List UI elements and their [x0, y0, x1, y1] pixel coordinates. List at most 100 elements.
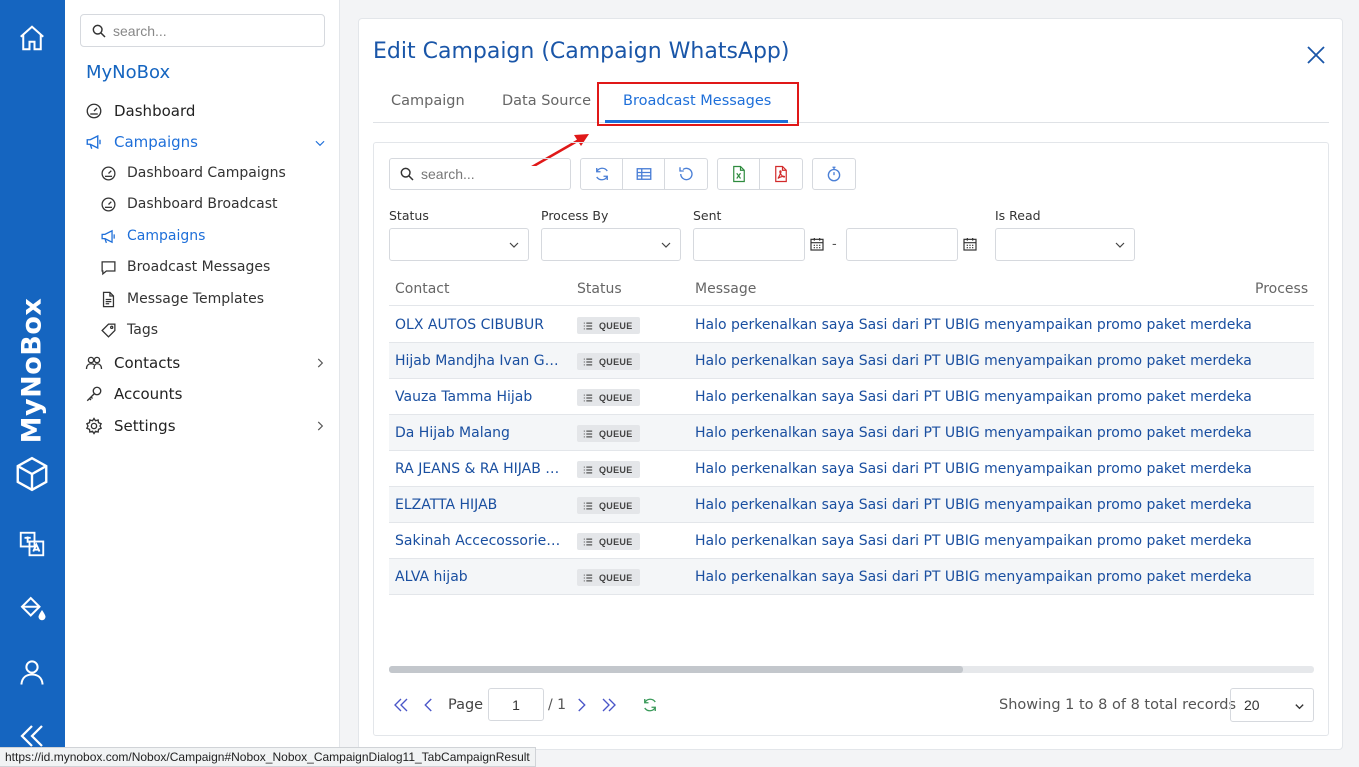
stopwatch-icon — [827, 166, 841, 182]
column-header-process[interactable]: Process — [1255, 281, 1308, 297]
sidebar-item-accounts[interactable]: Accounts — [85, 382, 182, 406]
column-header-status[interactable]: Status — [577, 281, 622, 297]
cell-contact[interactable]: ALVA hijab — [395, 569, 567, 585]
cell-message[interactable]: Halo perkenalkan saya Sasi dari PT UBIG … — [695, 533, 1252, 549]
previous-page-icon[interactable] — [420, 696, 438, 714]
column-header-contact[interactable]: Contact — [395, 281, 449, 297]
sidebar-search-input[interactable] — [113, 22, 313, 39]
table-row[interactable]: ALVA hijab QUEUE Halo perkenalkan saya Sas… — [389, 559, 1314, 595]
filter-sent-from-input[interactable] — [693, 228, 805, 261]
pager: Page / 1 Showing 1 to 8 of 8 total recor… — [389, 688, 1314, 722]
home-icon[interactable] — [16, 22, 48, 54]
page-number-input[interactable] — [488, 688, 544, 721]
cell-contact[interactable]: Sakinah Accecossories Malang — [395, 533, 567, 549]
sidebar-item-tags[interactable]: Tags — [100, 319, 158, 341]
sidebar-item-contacts[interactable]: Contacts — [85, 351, 180, 375]
refresh-button[interactable] — [581, 159, 623, 189]
sidebar-item-dashboard-broadcast[interactable]: Dashboard Broadcast — [100, 193, 278, 215]
sidebar-item-campaigns[interactable]: Campaigns — [85, 130, 198, 154]
filter-is-read-select[interactable] — [995, 228, 1135, 261]
table-row[interactable]: Hijab Mandjha Ivan Gunawan QUEUE Halo perk… — [389, 343, 1314, 379]
filter-process-by-select[interactable] — [541, 228, 681, 261]
cell-contact[interactable]: Vauza Tamma Hijab — [395, 389, 567, 405]
translate-icon[interactable] — [16, 528, 48, 560]
search-icon — [92, 24, 106, 38]
sidebar-item-broadcast-messages[interactable]: Broadcast Messages — [100, 256, 270, 278]
status-badge: QUEUE — [577, 389, 640, 406]
column-header-message[interactable]: Message — [695, 281, 756, 297]
status-badge-text: QUEUE — [599, 464, 633, 475]
sidebar-item-label: Accounts — [114, 385, 183, 403]
auto-refresh-button[interactable] — [813, 159, 855, 189]
chevron-down-icon[interactable] — [313, 136, 327, 150]
paint-bucket-icon[interactable] — [16, 592, 48, 624]
chevron-right-icon[interactable] — [313, 419, 327, 433]
sidebar-item-dashboard[interactable]: Dashboard — [85, 99, 195, 123]
filter-sent-to-input[interactable] — [846, 228, 958, 261]
tab-data-source[interactable]: Data Source — [502, 93, 591, 109]
sidebar-item-campaigns-sub[interactable]: Campaigns — [100, 225, 205, 247]
cell-message[interactable]: Halo perkenalkan saya Sasi dari PT UBIG … — [695, 353, 1252, 369]
reset-button[interactable] — [665, 159, 707, 189]
table-row[interactable]: Sakinah Accecossories Malang QUEUE Halo pe… — [389, 523, 1314, 559]
cell-message[interactable]: Halo perkenalkan saya Sasi dari PT UBIG … — [695, 461, 1252, 477]
filter-status-select[interactable] — [389, 228, 529, 261]
table-row[interactable]: OLX AUTOS CIBUBUR QUEUE Halo perkenalkan s… — [389, 307, 1314, 343]
cell-message[interactable]: Halo perkenalkan saya Sasi dari PT UBIG … — [695, 497, 1252, 513]
sidebar-item-label: Message Templates — [127, 291, 264, 307]
table-row[interactable]: RA JEANS & RA HIJAB MALANG QUEUE Halo perk… — [389, 451, 1314, 487]
list-icon — [583, 465, 593, 474]
list-icon — [583, 321, 593, 330]
cell-contact[interactable]: Hijab Mandjha Ivan Gunawan — [395, 353, 567, 369]
sidebar-title: MyNoBox — [86, 62, 171, 83]
grid-search-input[interactable] — [421, 166, 561, 182]
sidebar-item-settings[interactable]: Settings — [85, 414, 176, 438]
calendar-icon[interactable] — [962, 236, 978, 252]
user-icon[interactable] — [16, 656, 48, 688]
table-row[interactable]: Da Hijab Malang QUEUE Halo perkenalkan say… — [389, 415, 1314, 451]
status-badge: QUEUE — [577, 425, 640, 442]
horizontal-scrollbar-thumb[interactable] — [389, 666, 963, 673]
key-icon — [86, 386, 102, 402]
last-page-icon[interactable] — [600, 696, 618, 714]
sidebar-item-dashboard-campaigns[interactable]: Dashboard Campaigns — [100, 162, 286, 184]
chevron-down-icon — [1115, 242, 1125, 248]
close-icon[interactable] — [1304, 43, 1328, 67]
tab-campaign[interactable]: Campaign — [391, 93, 465, 109]
gauge-icon — [86, 103, 102, 119]
status-badge: QUEUE — [577, 569, 640, 586]
annotation-highlight-box — [597, 82, 799, 126]
grid-search[interactable] — [389, 158, 571, 190]
status-badge-text: QUEUE — [599, 428, 633, 439]
cell-contact[interactable]: ELZATTA HIJAB — [395, 497, 567, 513]
first-page-icon[interactable] — [392, 696, 410, 714]
sidebar-item-label: Tags — [127, 322, 158, 338]
table-row[interactable]: Vauza Tamma Hijab QUEUE Halo perkenalkan s… — [389, 379, 1314, 415]
sidebar-item-label: Dashboard Broadcast — [127, 196, 278, 212]
cell-message[interactable]: Halo perkenalkan saya Sasi dari PT UBIG … — [695, 425, 1252, 441]
users-icon — [85, 356, 103, 370]
cell-contact[interactable]: RA JEANS & RA HIJAB MALANG — [395, 461, 567, 477]
cell-message[interactable]: Halo perkenalkan saya Sasi dari PT UBIG … — [695, 389, 1252, 405]
next-page-icon[interactable] — [572, 696, 590, 714]
export-excel-button[interactable] — [718, 159, 760, 189]
message-icon — [101, 260, 116, 275]
cell-message[interactable]: Halo perkenalkan saya Sasi dari PT UBIG … — [695, 317, 1252, 333]
list-icon — [583, 357, 593, 366]
horizontal-scrollbar[interactable] — [389, 666, 1314, 673]
table-row[interactable]: ELZATTA HIJAB QUEUE Halo perkenalkan saya … — [389, 487, 1314, 523]
sidebar-item-message-templates[interactable]: Message Templates — [100, 288, 264, 310]
tag-icon — [101, 322, 116, 338]
cell-contact[interactable]: Da Hijab Malang — [395, 425, 567, 441]
sidebar-item-label: Dashboard — [114, 102, 196, 120]
chevron-right-icon[interactable] — [313, 356, 327, 370]
column-picker-button[interactable] — [623, 159, 665, 189]
cell-contact[interactable]: OLX AUTOS CIBUBUR — [395, 317, 567, 333]
cell-message[interactable]: Halo perkenalkan saya Sasi dari PT UBIG … — [695, 569, 1252, 585]
sidebar-search[interactable] — [80, 14, 325, 47]
gauge-icon — [101, 196, 116, 212]
page-size-select[interactable]: 20 — [1230, 688, 1314, 722]
export-pdf-button[interactable] — [760, 159, 802, 189]
pager-refresh-icon[interactable] — [641, 696, 659, 714]
calendar-icon[interactable] — [809, 236, 825, 252]
